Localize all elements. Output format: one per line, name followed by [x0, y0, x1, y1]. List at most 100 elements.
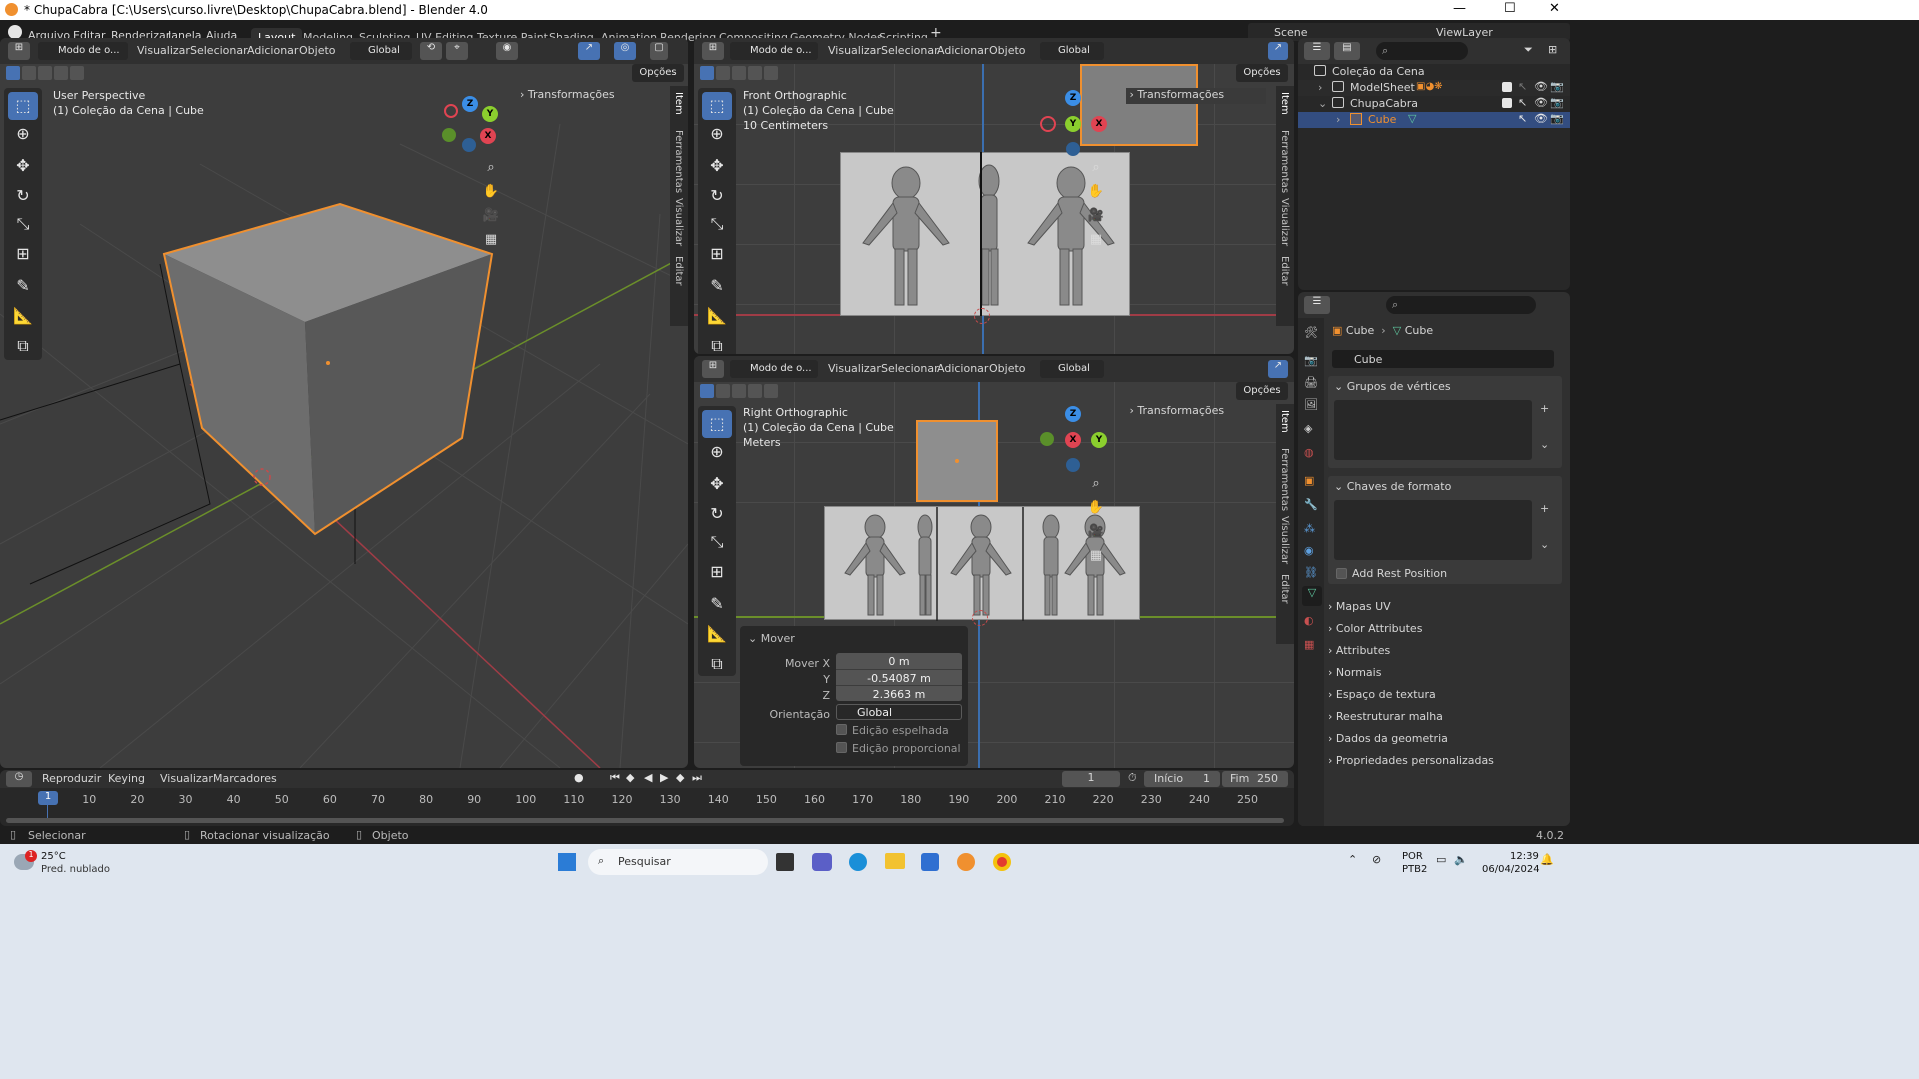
xray-icon[interactable]: ▢ [650, 42, 668, 60]
store-icon[interactable] [921, 853, 939, 871]
right-scale-tool-icon[interactable]: ⤡ [702, 528, 732, 556]
outliner-editor-icon[interactable]: ☰ [1304, 42, 1330, 60]
select-toggle-icon[interactable]: ↖ [1518, 112, 1527, 125]
section-propriedades-personalizadas[interactable]: › Propriedades personalizadas [1328, 754, 1560, 774]
expand-arrow-icon[interactable]: › [1336, 113, 1340, 126]
orientation-dropdown[interactable]: Global [350, 42, 412, 60]
right-select-extend-icon[interactable] [716, 384, 730, 398]
right-select-mode-buttons[interactable] [700, 384, 778, 398]
outliner-new-collection-icon[interactable]: ⊞ [1548, 43, 1557, 56]
front-sidebar-transform-header[interactable]: › Transformações [1126, 88, 1266, 104]
object-tab-icon[interactable]: ▣ [1304, 474, 1314, 487]
tab-ferramentas[interactable]: Ferramentas [673, 130, 684, 193]
add-rest-position-checkbox[interactable] [1336, 568, 1347, 579]
front-orientation-dropdown[interactable]: Global [1040, 42, 1104, 60]
sidebar-transform-header[interactable]: › Transformações [520, 88, 666, 104]
mesh-name-field[interactable]: Cube [1332, 350, 1554, 368]
move-tool-icon[interactable]: ✥ [8, 152, 38, 180]
vertex-groups-header[interactable]: ⌄ Grupos de vértices [1334, 380, 1451, 393]
right-tab-item[interactable]: Item [1279, 410, 1290, 433]
front-select-subtract-icon[interactable] [732, 66, 746, 80]
taskbar-search-box[interactable]: ⌕ Pesquisar [588, 849, 768, 875]
proportional-checkbox[interactable] [836, 742, 847, 753]
select-new-icon[interactable] [6, 66, 20, 80]
menu-adicionar[interactable]: Adicionar [247, 44, 298, 57]
front-annotate-tool-icon[interactable]: ✎ [702, 272, 732, 300]
next-keyframe-icon[interactable]: ◆ [676, 771, 684, 784]
section-reestruturar-malha[interactable]: › Reestruturar malha [1328, 710, 1560, 730]
section-normais[interactable]: › Normais [1328, 666, 1560, 686]
gizmo-y-axis[interactable]: Y [482, 106, 498, 122]
timeline-marcadores[interactable]: Marcadores [213, 772, 277, 785]
select-toggle-icon[interactable]: ↖ [1518, 96, 1527, 109]
outliner-row-scene-collection[interactable]: Coleção da Cena [1298, 64, 1570, 80]
front-gizmo-y[interactable]: Y [1065, 116, 1081, 132]
front-gizmo-neg-z[interactable] [1066, 142, 1080, 156]
front-zoom-icon[interactable]: ⌕ [1084, 156, 1108, 180]
exclude-checkbox[interactable] [1502, 98, 1512, 108]
options-dropdown[interactable]: Opções [632, 64, 684, 82]
gizmo-neg-y[interactable] [442, 128, 456, 142]
outliner-row-chupacabra[interactable]: ⌄ ChupaCabra ↖ 👁 📷 [1298, 96, 1570, 112]
mode-dropdown[interactable]: Modo de o... [38, 42, 128, 60]
viewport-right[interactable]: ⊞ Modo de o... Visualizar Selecionar Adi… [694, 356, 1294, 768]
navigation-gizmo[interactable]: Z Y X [442, 96, 502, 152]
right-rotate-tool-icon[interactable]: ↻ [702, 500, 732, 528]
select-extend-icon[interactable] [22, 66, 36, 80]
front-scale-tool-icon[interactable]: ⤡ [702, 210, 732, 238]
gizmo-neg-z[interactable] [462, 138, 476, 152]
stopwatch-icon[interactable]: ⏱ [1128, 771, 1137, 785]
select-intersect-icon[interactable] [70, 66, 84, 80]
front-menu-adicionar[interactable]: Adicionar [937, 44, 988, 57]
front-add-cube-tool-icon[interactable]: ⧉ [702, 332, 732, 354]
right-select-new-icon[interactable] [700, 384, 714, 398]
right-zoom-icon[interactable]: ⌕ [1084, 472, 1108, 496]
gizmo-neg-x[interactable] [444, 104, 458, 118]
teams-icon[interactable] [812, 853, 832, 871]
tab-item[interactable]: Item [673, 92, 684, 115]
right-options-dropdown[interactable]: Opções [1236, 382, 1288, 400]
camera-render-icon[interactable]: 📷 [1550, 112, 1564, 125]
right-tab-editar[interactable]: Editar [1279, 574, 1290, 604]
right-add-cube-tool-icon[interactable]: ⧉ [702, 650, 732, 678]
right-move-tool-icon[interactable]: ✥ [702, 470, 732, 498]
right-measure-tool-icon[interactable]: 📐 [702, 620, 732, 648]
section-color-attributes[interactable]: › Color Attributes [1328, 622, 1560, 642]
zoom-icon[interactable]: ⌕ [479, 156, 503, 180]
file-explorer-icon[interactable] [885, 853, 905, 869]
outliner-row-modelsheet[interactable]: › ModelSheet ▣◕❋ ↖ 👁 📷 [1298, 80, 1570, 96]
front-ortho-icon[interactable]: ▦ [1084, 228, 1108, 252]
prev-keyframe-icon[interactable]: ◆ [626, 771, 634, 784]
measure-tool-icon[interactable]: 📐 [8, 302, 38, 330]
front-tab-item[interactable]: Item [1279, 92, 1290, 115]
viewport-front[interactable]: ⊞ Modo de o... Visualizar Selecionar Adi… [694, 38, 1294, 354]
properties-editor-icon[interactable]: ☰ [1304, 296, 1330, 314]
tab-editar[interactable]: Editar [673, 256, 684, 286]
particles-tab-icon[interactable]: ⁂ [1304, 522, 1315, 535]
front-options-dropdown[interactable]: Opções [1236, 64, 1288, 82]
right-gizmo-neg-z[interactable] [1066, 458, 1080, 472]
start-frame-field[interactable]: Início 1 [1144, 771, 1220, 787]
front-camera-icon[interactable]: 🎥 [1084, 204, 1108, 228]
right-select-intersect-icon[interactable] [764, 384, 778, 398]
overlay-toggle-icon[interactable]: ◎ [614, 42, 636, 60]
current-frame-field[interactable]: 1 [1062, 771, 1120, 787]
keyboard-lang[interactable]: POR [1402, 851, 1423, 862]
tray-chevron-icon[interactable]: ⌃ [1348, 853, 1357, 866]
right-menu-objeto[interactable]: Objeto [989, 362, 1026, 375]
front-move-tool-icon[interactable]: ✥ [702, 152, 732, 180]
add-cube-tool-icon[interactable]: ⧉ [8, 332, 38, 360]
vertex-group-add-button[interactable]: + [1540, 402, 1549, 415]
front-editor-type-icon[interactable]: ⊞ [702, 42, 724, 60]
vertex-group-menu-icon[interactable]: ⌄ [1540, 438, 1549, 451]
jump-start-icon[interactable]: ⏮ [610, 771, 620, 785]
outliner-display-mode-icon[interactable]: ▤ [1334, 42, 1360, 60]
mover-panel-header[interactable]: ⌄ Mover [748, 632, 795, 645]
timeline-scrollbar[interactable] [6, 818, 1284, 823]
front-gizmo-x[interactable]: X [1091, 116, 1107, 132]
select-mode-buttons[interactable] [6, 66, 84, 80]
right-pan-icon[interactable]: ✋ [1084, 496, 1108, 520]
network-icon[interactable]: ⊘ [1372, 853, 1381, 866]
section-espaco-textura[interactable]: › Espaço de textura [1328, 688, 1560, 708]
front-select-tool-icon[interactable]: ⬚ [702, 92, 732, 120]
